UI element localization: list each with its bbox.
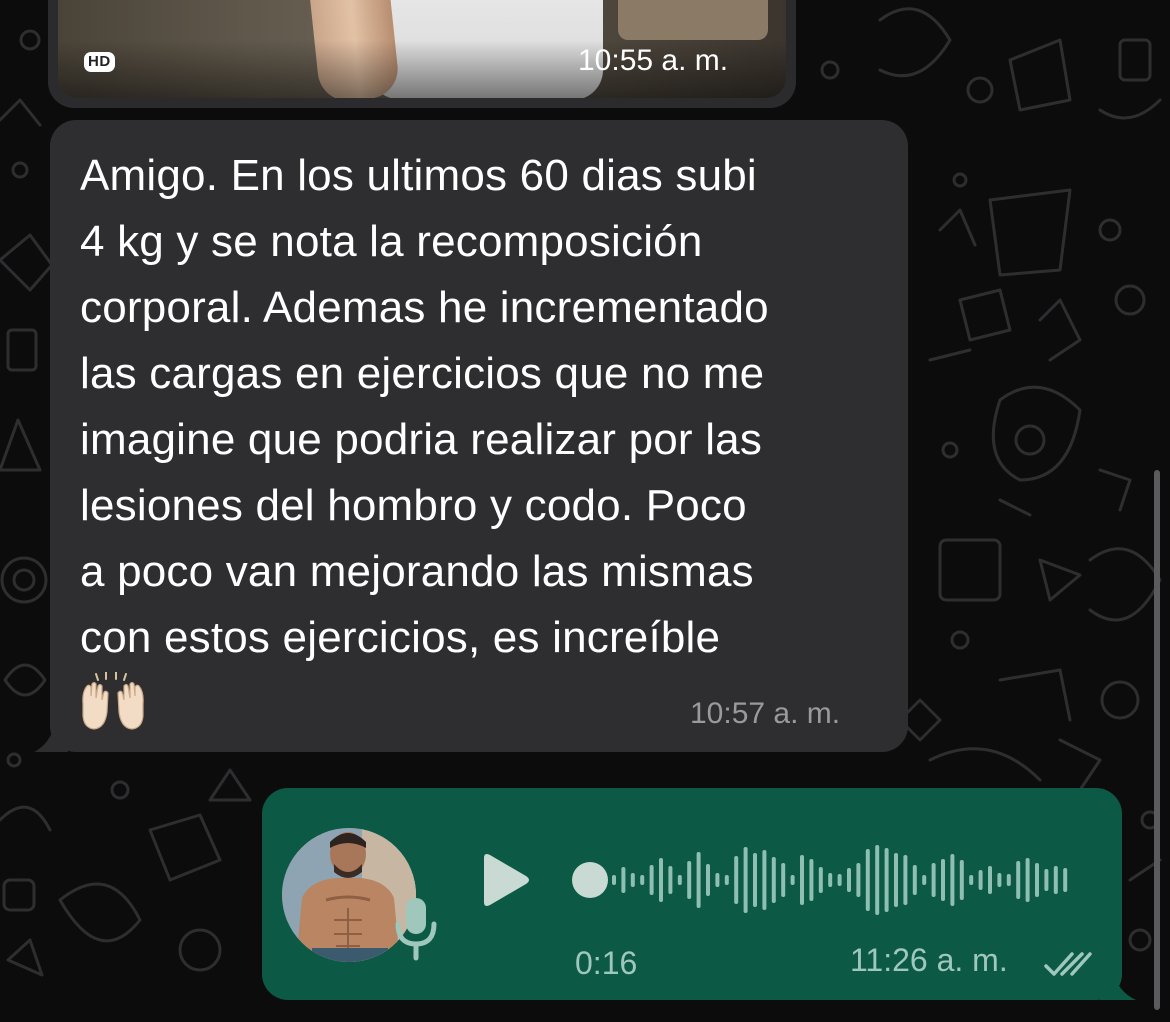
- message-line: las cargas en ejercicios que no me: [80, 349, 765, 398]
- message-line: imagine que podria realizar por las: [80, 415, 763, 464]
- message-line: a poco van mejorando las mismas: [80, 547, 754, 596]
- chat-background: HD 10:55 a. m. Amigo. En los ultimos 60 …: [0, 0, 1170, 1022]
- hd-badge-icon: HD: [84, 52, 115, 72]
- voice-waveform[interactable]: [570, 840, 1080, 920]
- message-line: 4 kg y se nota la recomposición: [80, 217, 703, 266]
- message-line: con estos ejercicios, es increíble: [80, 613, 721, 662]
- message-line: corporal. Ademas he incrementado: [80, 283, 769, 332]
- voice-duration: 0:16: [575, 945, 638, 981]
- voice-message-time: 11:26 a. m.: [850, 942, 1008, 978]
- raising-hands-emoji: [82, 672, 144, 730]
- play-icon[interactable]: [480, 852, 532, 908]
- double-check-icon: [1044, 952, 1092, 976]
- message-line: lesiones del hombro y codo. Poco: [80, 481, 747, 530]
- text-message-time: 10:57 a. m.: [690, 697, 841, 730]
- message-line: Amigo. En los ultimos 60 dias subi: [80, 151, 757, 200]
- chat-scrollbar[interactable]: [1154, 470, 1160, 1010]
- message-text: Amigo. En los ultimos 60 dias subi 4 kg …: [80, 143, 890, 671]
- photo-shelf-shape: [618, 0, 768, 40]
- microphone-icon: [395, 898, 437, 961]
- image-message-time: 10:55 a. m.: [578, 44, 729, 77]
- playback-head[interactable]: [572, 862, 608, 898]
